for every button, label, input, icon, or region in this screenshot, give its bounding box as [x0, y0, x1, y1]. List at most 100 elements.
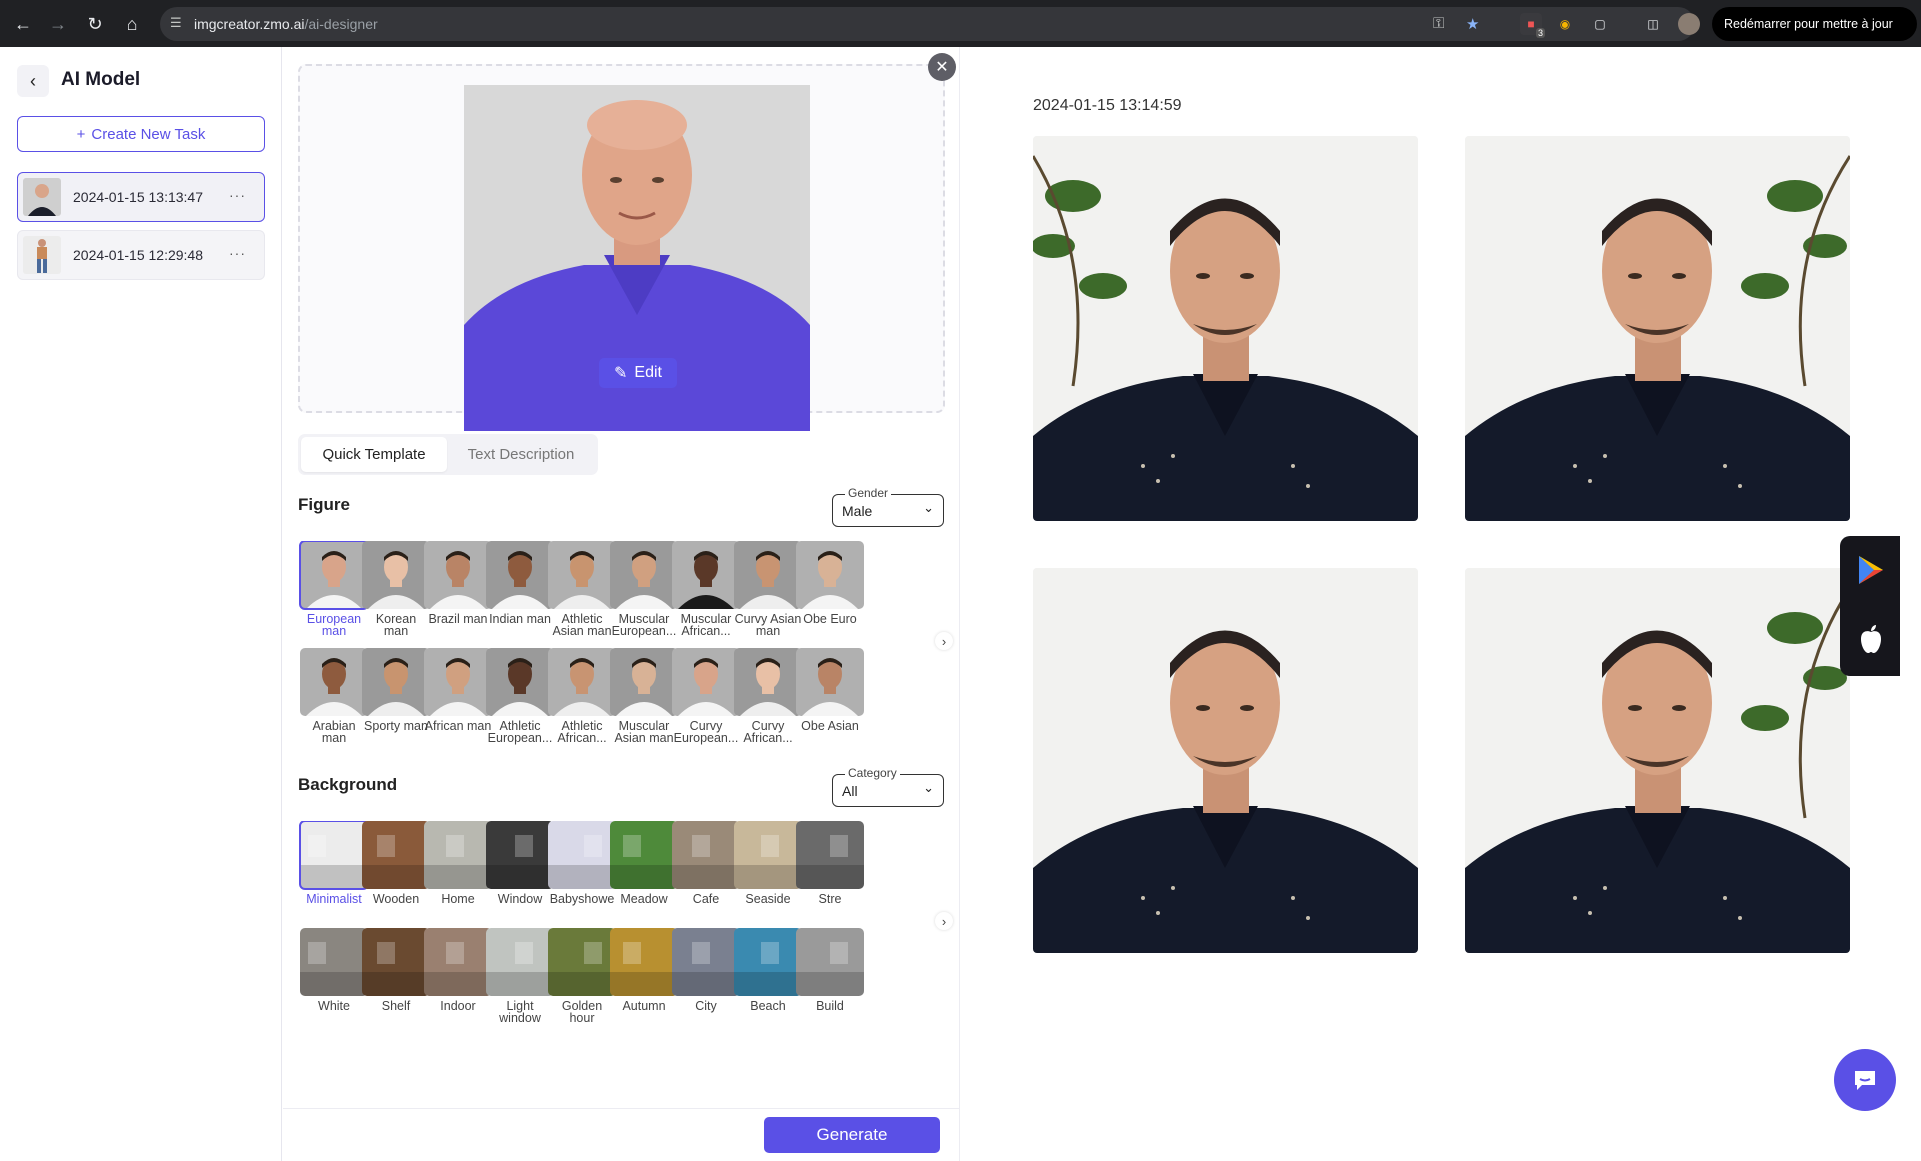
figure-option[interactable]: Indian man	[486, 541, 554, 625]
background-option[interactable]: Meadow	[610, 821, 678, 905]
background-option[interactable]: Window	[486, 821, 554, 905]
figure-option[interactable]: Curvy Asian man	[734, 541, 802, 637]
background-option[interactable]: Shelf	[362, 928, 430, 1012]
figure-thumbnail	[362, 541, 430, 609]
profile-avatar[interactable]	[1678, 13, 1700, 35]
background-option[interactable]: Autumn	[610, 928, 678, 1012]
url-text[interactable]: imgcreator.zmo.ai/ai-designer	[194, 16, 378, 32]
reload-icon[interactable]: ↻	[83, 12, 107, 36]
figure-option[interactable]: European man	[299, 541, 369, 638]
chevron-right-icon[interactable]: ›	[935, 912, 953, 930]
background-label: Indoor	[440, 999, 476, 1013]
close-icon[interactable]: ✕	[928, 53, 956, 81]
generate-button[interactable]: Generate	[764, 1117, 940, 1153]
result-image[interactable]	[1033, 568, 1418, 953]
figure-option[interactable]: Muscular Asian man	[610, 648, 678, 744]
background-option[interactable]: Babyshowe	[548, 821, 616, 905]
figure-label: European man	[306, 612, 362, 638]
figure-label: Obe Asian	[801, 719, 859, 733]
back-arrow-icon[interactable]: ←	[11, 12, 35, 36]
apple-icon[interactable]	[1858, 624, 1884, 659]
category-select[interactable]: Category All ⌄	[832, 766, 944, 807]
chevron-right-icon[interactable]: ›	[935, 632, 953, 650]
tab-quick-template[interactable]: Quick Template	[301, 437, 447, 472]
figure-option[interactable]: Curvy African...	[734, 648, 802, 744]
more-options-icon[interactable]: ···	[229, 187, 246, 203]
background-option[interactable]: Home	[424, 821, 492, 905]
result-image[interactable]	[1033, 136, 1418, 521]
background-section-title: Background	[298, 775, 398, 794]
chat-bubble-icon	[1855, 1071, 1875, 1090]
background-thumbnail	[424, 928, 492, 996]
figure-thumbnail	[424, 541, 492, 609]
figure-option[interactable]: Obe Asian	[796, 648, 864, 732]
result-image[interactable]	[1465, 568, 1850, 953]
background-label: White	[318, 999, 350, 1013]
background-option[interactable]: Beach	[734, 928, 802, 1012]
extension-icon[interactable]: ■ 3	[1520, 13, 1545, 38]
background-option[interactable]: White	[300, 928, 368, 1012]
figure-label: Korean man	[375, 612, 417, 638]
figure-option[interactable]: Arabian man	[300, 648, 368, 744]
figure-option[interactable]: Athletic Asian man	[548, 541, 616, 637]
figure-option[interactable]: Sporty man	[362, 648, 430, 732]
figure-option[interactable]: Muscular African...	[672, 541, 740, 637]
gender-label: Gender	[845, 486, 892, 500]
create-new-task-button[interactable]: + Create New Task	[17, 116, 265, 152]
back-button[interactable]: ‹	[17, 65, 49, 97]
plus-icon: +	[76, 125, 86, 143]
figure-thumbnail	[486, 648, 554, 716]
home-icon[interactable]: ⌂	[120, 12, 144, 36]
background-option[interactable]: Light window	[486, 928, 554, 1024]
bookmark-star-icon[interactable]: ★	[1466, 15, 1479, 33]
background-option[interactable]: Build	[796, 928, 864, 1012]
forward-arrow-icon[interactable]: →	[46, 12, 70, 36]
editor-panel: ✎ Edit ✕ Quick Template Text Description…	[283, 47, 960, 1161]
figure-label: African man	[424, 719, 492, 733]
task-item[interactable]: 2024-01-15 13:13:47 ···	[17, 172, 265, 222]
gender-select[interactable]: Gender Male ⌄	[832, 486, 944, 527]
upload-area[interactable]: ✎ Edit	[298, 64, 945, 431]
chevron-down-icon: ⌄	[923, 500, 934, 515]
task-item[interactable]: 2024-01-15 12:29:48 ···	[17, 230, 265, 280]
figure-option[interactable]: Korean man	[362, 541, 430, 637]
figure-option[interactable]: Obe Euro	[796, 541, 864, 625]
figure-option[interactable]: Curvy European...	[672, 648, 740, 744]
figure-thumbnail	[548, 648, 616, 716]
background-thumbnail	[424, 821, 492, 889]
create-new-task-label: Create New Task	[91, 125, 206, 143]
background-label: Golden hour	[561, 999, 603, 1025]
figure-option[interactable]: Athletic European...	[486, 648, 554, 744]
google-play-icon[interactable]	[1857, 554, 1885, 591]
background-option[interactable]: Minimalist	[299, 821, 369, 905]
figure-option[interactable]: Muscular European...	[610, 541, 678, 637]
background-option[interactable]: Cafe	[672, 821, 740, 905]
more-options-icon[interactable]: ···	[229, 245, 246, 261]
update-button[interactable]: Redémarrer pour mettre à jour	[1712, 7, 1917, 41]
task-time: 2024-01-15 13:13:47	[73, 189, 203, 205]
chat-support-button[interactable]	[1834, 1049, 1896, 1111]
tab-text-description[interactable]: Text Description	[447, 437, 595, 472]
background-option[interactable]: Golden hour	[548, 928, 616, 1024]
background-option[interactable]: Seaside	[734, 821, 802, 905]
background-thumbnail	[300, 928, 368, 996]
task-thumbnail	[23, 236, 61, 274]
background-option[interactable]: Stre	[796, 821, 864, 905]
background-label: Stre	[818, 892, 842, 906]
background-option[interactable]: Wooden	[362, 821, 430, 905]
side-panel-icon[interactable]: ◫	[1642, 13, 1664, 35]
figure-option[interactable]: Brazil man	[424, 541, 492, 625]
extensions-puzzle-icon[interactable]: ▢	[1589, 13, 1611, 35]
figure-thumbnail	[672, 648, 740, 716]
edit-button[interactable]: ✎ Edit	[599, 358, 677, 388]
figure-option[interactable]: African man	[424, 648, 492, 732]
background-option[interactable]: Indoor	[424, 928, 492, 1012]
address-bar[interactable]: ☰ imgcreator.zmo.ai/ai-designer ⚿ ★	[160, 7, 1695, 41]
result-image[interactable]	[1465, 136, 1850, 521]
figure-option[interactable]: Athletic African...	[548, 648, 616, 744]
background-option[interactable]: City	[672, 928, 740, 1012]
site-settings-icon[interactable]: ☰	[170, 15, 188, 33]
extension-fruit-icon[interactable]: ◉	[1554, 13, 1576, 35]
password-key-icon[interactable]: ⚿	[1433, 15, 1444, 32]
background-label: Autumn	[622, 999, 666, 1013]
